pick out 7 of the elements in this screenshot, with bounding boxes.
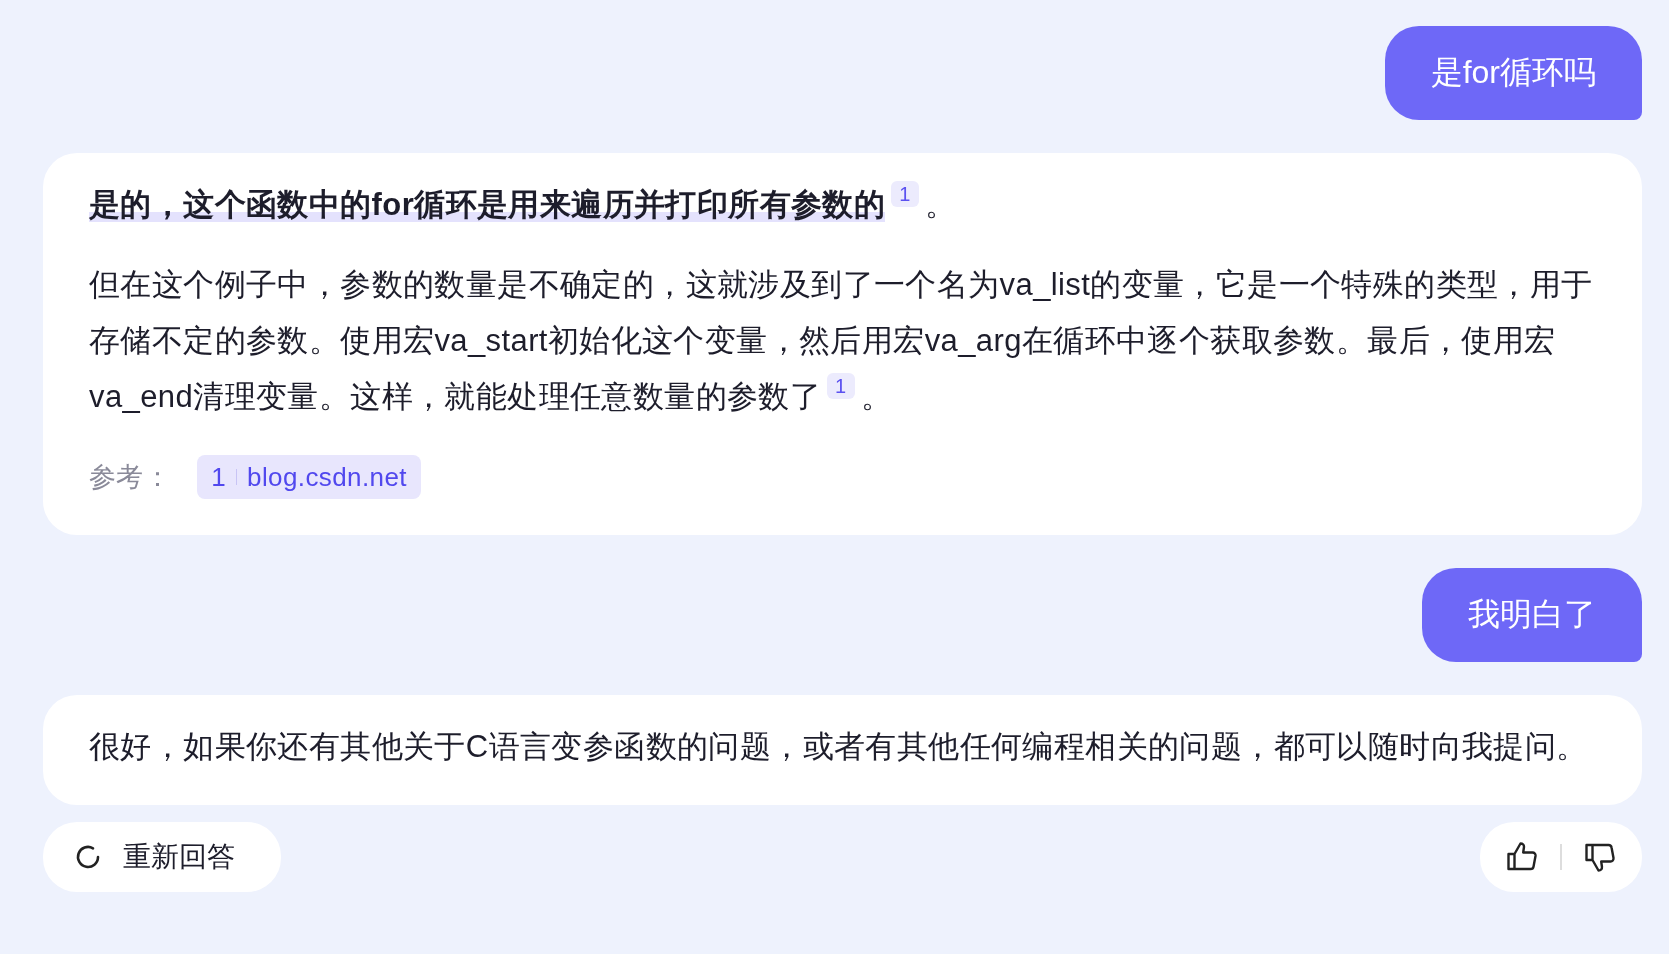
- user-message: 我明白了: [1422, 568, 1642, 662]
- answer-paragraph: 但在这个例子中，参数的数量是不确定的，这就涉及到了一个名为va_list的变量，它是一个特殊的类型，用于存储不定的参数。使用宏va_start初始化这个变量，然后用宏va_arg在循环中逐个获取参数。最后，使用宏va_end清理变量。这样，就能处理任意数量的参数了 1 。: [89, 266, 1594, 416]
- references-label: 参考：: [89, 461, 172, 494]
- reference-link[interactable]: 1 blog.csdn.net: [197, 455, 421, 499]
- user-message: 是for循环吗: [1384, 26, 1642, 120]
- regenerate-button[interactable]: 重新回答: [43, 822, 281, 892]
- answer-paragraph: 很好，如果你还有其他关于C语言变参函数的问题，或者有其他任何编程相关的问题，都可以随时向我提问。: [89, 728, 1589, 766]
